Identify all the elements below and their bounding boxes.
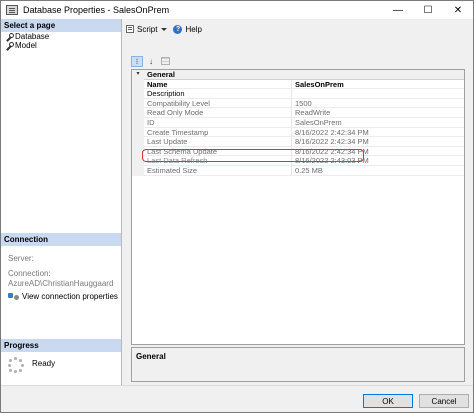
sort-alphabetical-icon: ↓ (149, 56, 153, 66)
script-button[interactable]: Script (126, 24, 168, 34)
page-item-model[interactable]: Model (1, 41, 121, 50)
window-title: Database Properties - SalesOnPrem (23, 5, 170, 15)
view-connection-properties-label: View connection properties (22, 292, 118, 301)
progress-row: Ready (1, 355, 121, 375)
page-item-label: Model (15, 41, 37, 50)
left-pane: Select a page Database Model Connection … (1, 19, 122, 385)
help-label: Help (185, 24, 202, 34)
collapse-icon[interactable]: ▾ (132, 70, 144, 80)
property-value[interactable]: 8/16/2022 2:42:34 PM (292, 137, 464, 147)
right-pane: Script ? Help ⁝ ↓ ▾ General Name SalesOn… (123, 19, 473, 385)
script-label: Script (137, 24, 158, 34)
property-name: Read Only Mode (144, 108, 292, 118)
highlight-annotation (142, 149, 364, 162)
progress-header: Progress (1, 339, 121, 352)
chevron-down-icon[interactable] (161, 27, 168, 31)
property-value[interactable]: 0.25 MB (292, 166, 464, 176)
script-icon (126, 25, 134, 33)
property-row-name[interactable]: Name SalesOnPrem (132, 79, 464, 90)
category-row-general[interactable]: ▾ General (132, 70, 464, 80)
categorized-view-button[interactable]: ⁝ (131, 55, 143, 67)
description-panel: General (131, 347, 465, 382)
connection-section: Connection Server: Connection: AzureAD\C… (1, 233, 121, 302)
property-name: Last Update (144, 137, 292, 147)
window-controls: — ☐ ✕ (383, 1, 473, 19)
wrench-icon (5, 32, 14, 41)
property-row-estimated-size[interactable]: Estimated Size 0.25 MB (132, 165, 464, 176)
property-value[interactable] (292, 89, 464, 99)
property-value[interactable]: 1500 (292, 99, 464, 109)
category-label: General (144, 70, 464, 80)
server-label: Server: (8, 254, 34, 263)
select-page-header: Select a page (1, 19, 121, 32)
property-pages-button[interactable] (159, 56, 171, 67)
property-name: ID (144, 117, 292, 128)
property-row-create-timestamp[interactable]: Create Timestamp 8/16/2022 2:42:34 PM (132, 127, 464, 138)
property-pages-icon (160, 57, 170, 65)
page-item-label: Database (15, 32, 50, 41)
property-row-id[interactable]: ID SalesOnPrem (132, 117, 464, 128)
connection-properties-icon (8, 292, 20, 301)
property-grid: ▾ General Name SalesOnPrem Description C… (131, 69, 465, 345)
cancel-button[interactable]: Cancel (419, 394, 469, 408)
property-name: Name (144, 79, 292, 90)
property-row-read-only-mode[interactable]: Read Only Mode ReadWrite (132, 108, 464, 118)
property-name: Compatibility Level (144, 98, 292, 109)
help-icon: ? (173, 24, 183, 34)
page-item-database[interactable]: Database (1, 32, 121, 41)
title-bar[interactable]: Database Properties - SalesOnPrem — ☐ ✕ (1, 1, 473, 19)
database-properties-dialog: Database Properties - SalesOnPrem — ☐ ✕ … (0, 0, 474, 413)
property-row-description[interactable]: Description (132, 89, 464, 99)
help-button[interactable]: ? Help (173, 24, 202, 34)
property-value[interactable]: 8/16/2022 2:42:34 PM (292, 128, 464, 138)
maximize-button[interactable]: ☐ (413, 1, 443, 19)
property-name: Estimated Size (144, 165, 292, 176)
app-icon (6, 5, 18, 15)
property-row-last-update[interactable]: Last Update 8/16/2022 2:42:34 PM (132, 137, 464, 147)
property-value[interactable]: SalesOnPrem (292, 118, 464, 128)
categorized-icon: ⁝ (135, 56, 139, 66)
property-name: Create Timestamp (144, 127, 292, 138)
spinner-icon (8, 357, 24, 373)
property-name: Description (144, 89, 292, 99)
property-value[interactable]: ReadWrite (292, 108, 464, 118)
progress-section: Progress Ready (1, 339, 121, 375)
view-connection-properties-link[interactable]: View connection properties (1, 291, 121, 302)
dialog-footer: OK Cancel (1, 385, 473, 412)
description-title: General (136, 352, 166, 361)
property-value[interactable]: SalesOnPrem (292, 80, 464, 90)
toolbar: Script ? Help (123, 19, 473, 39)
connection-header: Connection (1, 233, 121, 246)
property-grid-toolbar: ⁝ ↓ (131, 55, 173, 67)
connection-label: Connection: (8, 269, 51, 278)
ok-button[interactable]: OK (363, 394, 413, 408)
minimize-button[interactable]: — (383, 1, 413, 19)
connection-value: AzureAD\ChristianHauggaard (8, 279, 114, 288)
alphabetical-view-button[interactable]: ↓ (145, 56, 157, 67)
wrench-icon (5, 41, 14, 50)
close-button[interactable]: ✕ (443, 1, 473, 19)
progress-status: Ready (32, 358, 56, 368)
property-row-compatibility-level[interactable]: Compatibility Level 1500 (132, 98, 464, 109)
